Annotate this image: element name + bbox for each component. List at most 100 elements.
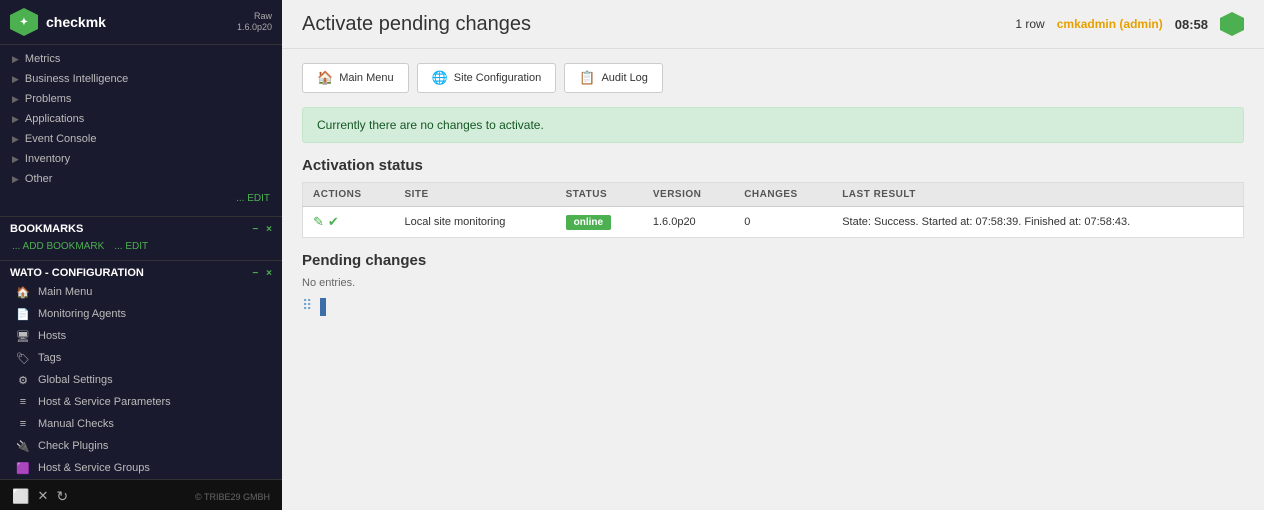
wato-item-label: Manual Checks — [38, 418, 114, 430]
row-changes: 0 — [734, 207, 832, 238]
content-area: 🏠 Main Menu 🌐 Site Configuration 📋 Audit… — [282, 49, 1264, 510]
drag-handle-icon[interactable]: ⠿ — [302, 297, 312, 313]
arrow-icon: ▶ — [12, 94, 19, 105]
list-icon: ≡ — [16, 395, 30, 409]
row-status: online — [556, 207, 643, 238]
activation-status-title: Activation status — [302, 157, 1244, 174]
clipboard-icon: 📋 — [579, 70, 595, 86]
nav-label: Applications — [25, 113, 84, 125]
main-content: Activate pending changes 1 row cmkadmin … — [282, 0, 1264, 510]
wato-item-check-plugins[interactable]: 🔌 Check Plugins — [0, 435, 282, 457]
audit-log-label: Audit Log — [601, 72, 647, 84]
main-menu-button[interactable]: 🏠 Main Menu — [302, 63, 409, 93]
wato-item-label: Host & Service Parameters — [38, 396, 171, 408]
wato-item-label: Monitoring Agents — [38, 308, 126, 320]
wato-item-manual-checks[interactable]: ≡ Manual Checks — [0, 413, 282, 435]
arrow-icon: ▶ — [12, 54, 19, 65]
wato-item-tags[interactable]: 🏷 Tags — [0, 347, 282, 369]
document-icon: 📄 — [16, 307, 30, 321]
bookmarks-close[interactable]: × — [266, 224, 272, 235]
row-version: 1.6.0p20 — [643, 207, 734, 238]
gear-icon: ⚙ — [16, 373, 30, 387]
col-status: STATUS — [556, 183, 643, 207]
arrow-icon: ▶ — [12, 174, 19, 185]
sidebar-item-business-intelligence[interactable]: ▶ Business Intelligence — [0, 69, 282, 89]
edit-icon[interactable]: ✎ — [313, 214, 324, 230]
time-display: 08:58 — [1175, 17, 1208, 32]
nav-label: Problems — [25, 93, 71, 105]
row-site: Local site monitoring — [394, 207, 555, 238]
checkmk-logo-badge — [1220, 12, 1244, 36]
wato-item-label: Tags — [38, 352, 61, 364]
sidebar-item-problems[interactable]: ▶ Problems — [0, 89, 282, 109]
wato-item-monitoring-agents[interactable]: 📄 Monitoring Agents — [0, 303, 282, 325]
footer-icons: ⬜ ✕ ↻ — [12, 488, 68, 505]
row-actions: ✎ ✔ — [303, 207, 395, 238]
footer-copyright: © TRIBE29 GMBH — [195, 492, 270, 502]
wato-close[interactable]: × — [266, 268, 272, 279]
nav-label: Inventory — [25, 153, 70, 165]
table-row: ✎ ✔ Local site monitoring online 1.6.0p2… — [303, 207, 1244, 238]
wato-item-hosts[interactable]: 🖥 Hosts — [0, 325, 282, 347]
row-count: 1 row — [1015, 17, 1044, 31]
add-bookmark-link[interactable]: ... ADD BOOKMARK — [12, 241, 104, 252]
bookmarks-section-header: BOOKMARKS − × — [0, 216, 282, 237]
check-icon[interactable]: ✔ — [328, 214, 339, 230]
logo-version: Raw 1.6.0p20 — [237, 11, 272, 33]
home-icon: 🏠 — [317, 70, 333, 86]
col-changes: CHANGES — [734, 183, 832, 207]
activation-status-section: Activation status ACTIONS SITE STATUS VE… — [302, 157, 1244, 238]
nav-section: ▶ Metrics ▶ Business Intelligence ▶ Prob… — [0, 45, 282, 212]
tag-icon: 🏷 — [16, 351, 30, 365]
bookmarks-title: BOOKMARKS — [10, 223, 83, 235]
monitor-icon: 🖥 — [16, 329, 30, 343]
bookmarks-actions: ... ADD BOOKMARK ... EDIT — [0, 237, 282, 256]
sidebar-footer: ⬜ ✕ ↻ © TRIBE29 GMBH — [0, 479, 282, 510]
pending-changes-section: Pending changes No entries. ⠿ — [302, 252, 1244, 316]
status-badge: online — [566, 215, 611, 230]
wato-item-label: Global Settings — [38, 374, 113, 386]
audit-log-button[interactable]: 📋 Audit Log — [564, 63, 663, 93]
col-actions: ACTIONS — [303, 183, 395, 207]
wato-item-host-service-parameters[interactable]: ≡ Host & Service Parameters — [0, 391, 282, 413]
wato-minus[interactable]: − — [252, 268, 258, 279]
col-site: SITE — [394, 183, 555, 207]
nav-label: Event Console — [25, 133, 97, 145]
sidebar-header: ✦ checkmk Raw 1.6.0p20 — [0, 0, 282, 45]
arrow-icon: ▶ — [12, 134, 19, 145]
edit-link[interactable]: ... EDIT — [236, 193, 270, 204]
bookmarks-minus[interactable]: − — [252, 224, 258, 235]
nav-label: Business Intelligence — [25, 73, 128, 85]
col-last-result: LAST RESULT — [832, 183, 1243, 207]
refresh-icon[interactable]: ↻ — [56, 488, 68, 505]
drag-handle-area: ⠿ — [302, 297, 1244, 316]
globe-icon: 🌐 — [432, 70, 448, 86]
bookmarks-controls: − × — [252, 224, 272, 235]
sidebar-item-metrics[interactable]: ▶ Metrics — [0, 49, 282, 69]
sidebar-item-applications[interactable]: ▶ Applications — [0, 109, 282, 129]
admin-link[interactable]: cmkadmin (admin) — [1057, 17, 1163, 31]
site-configuration-button[interactable]: 🌐 Site Configuration — [417, 63, 557, 93]
wato-item-global-settings[interactable]: ⚙ Global Settings — [0, 369, 282, 391]
close-icon[interactable]: ✕ — [37, 488, 48, 505]
arrow-icon: ▶ — [12, 154, 19, 165]
wato-item-label: Main Menu — [38, 286, 92, 298]
wato-controls: − × — [252, 268, 272, 279]
sidebar-item-event-console[interactable]: ▶ Event Console — [0, 129, 282, 149]
plug-icon: 🔌 — [16, 439, 30, 453]
sidebar-item-inventory[interactable]: ▶ Inventory — [0, 149, 282, 169]
wato-title: WATO - CONFIGURATION — [10, 267, 144, 279]
wato-item-main-menu[interactable]: 🏠 Main Menu — [0, 281, 282, 303]
pending-changes-title: Pending changes — [302, 252, 1244, 269]
sidebar-item-other[interactable]: ▶ Other — [0, 169, 282, 189]
topbar-right: 1 row cmkadmin (admin) 08:58 — [1015, 12, 1244, 36]
actions-cell: ✎ ✔ — [313, 214, 384, 230]
info-banner-message: Currently there are no changes to activa… — [317, 118, 544, 132]
window-icon[interactable]: ⬜ — [12, 488, 29, 505]
activation-status-table: ACTIONS SITE STATUS VERSION CHANGES LAST… — [302, 182, 1244, 238]
wato-item-host-service-groups[interactable]: 🟪 Host & Service Groups — [0, 457, 282, 479]
bookmarks-edit-link[interactable]: ... EDIT — [114, 241, 148, 252]
info-banner: Currently there are no changes to activa… — [302, 107, 1244, 143]
drag-bar[interactable] — [320, 298, 326, 316]
wato-item-label: Host & Service Groups — [38, 462, 150, 474]
